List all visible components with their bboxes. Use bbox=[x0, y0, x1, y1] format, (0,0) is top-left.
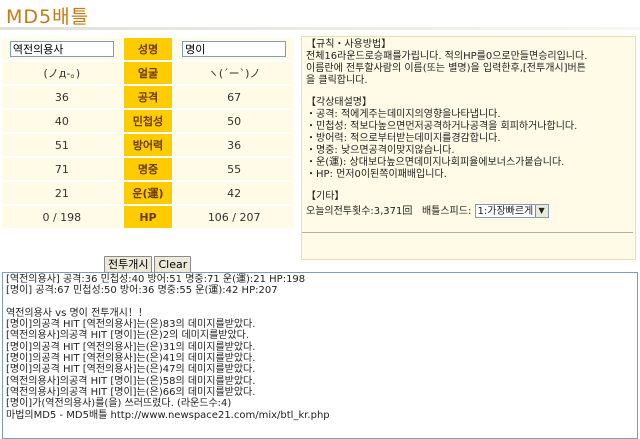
right-name-input[interactable] bbox=[182, 41, 287, 57]
log-line: [역전의용사]의공격 HIT [명이]는(은)2의 데미지를받았다. bbox=[6, 330, 250, 342]
left-hp: 0 / 198 bbox=[2, 206, 122, 228]
status-line: ・공격: 적에게주는데미지의영향을나타냅니다. bbox=[306, 109, 501, 120]
speed-row: 오늘의전투횟수:3,371回 배틀스피드: 1:가장빠르게 ▼ bbox=[306, 204, 631, 218]
chevron-down-icon: ▼ bbox=[534, 205, 548, 217]
left-attack: 36 bbox=[2, 86, 122, 108]
stat-label-attack: 공격 bbox=[123, 86, 173, 108]
log-line: [명이]의공격 HIT [역전의용사]는(은)47의 데미지를받았다. bbox=[6, 364, 256, 376]
left-agility: 40 bbox=[2, 110, 122, 132]
rules-panel: 【규칙・사용방법】 전체16라운드로승패를가립니다. 적의HP를0으로만들면승리… bbox=[301, 36, 636, 260]
status-line: ・방어력: 적으로부터받는데미지를경감합니다. bbox=[306, 133, 501, 144]
right-face: ヽ(´ー`)ノ bbox=[174, 62, 294, 84]
status-section-title: 【각상태설명】 bbox=[306, 97, 372, 108]
battle-count: 오늘의전투횟수:3,371回 bbox=[306, 206, 413, 217]
right-accuracy: 55 bbox=[174, 158, 294, 180]
stat-label-accuracy: 명중 bbox=[123, 158, 173, 180]
right-attack: 67 bbox=[174, 86, 294, 108]
right-defense: 36 bbox=[174, 134, 294, 156]
log-line: [명이]가(역전의용사)를(을) 쓰러뜨렸다. (라운드수:4) bbox=[6, 398, 232, 410]
stat-row-hp: 0 / 198 HP 106 / 207 bbox=[2, 206, 294, 228]
log-line: [역전의용사] 공격:36 민첩성:40 방어:51 명중:71 운(運):21… bbox=[6, 274, 306, 285]
right-agility: 50 bbox=[174, 110, 294, 132]
log-line: [역전의용사]의공격 HIT [명이]는(은)66의 데미지를받았다. bbox=[6, 386, 256, 398]
left-face: (ノд-｡) bbox=[2, 62, 122, 84]
log-line: [명이] 공격:67 민첩성:50 방어:36 명중:55 운(運):42 HP… bbox=[6, 285, 278, 297]
speed-select-value: 1:가장빠르게 bbox=[477, 206, 534, 217]
stat-label-name: 성명 bbox=[123, 38, 173, 60]
stat-row-defense: 51 방어력 36 bbox=[2, 134, 294, 156]
status-line: ・운(運): 상대보다높으면데미지나회피율에보너스가붙습니다. bbox=[306, 157, 565, 168]
left-accuracy: 71 bbox=[2, 158, 122, 180]
left-name-input[interactable] bbox=[9, 41, 114, 57]
stat-row-attack: 36 공격 67 bbox=[2, 86, 294, 108]
stat-row-luck: 21 운(運) 42 bbox=[2, 182, 294, 204]
battle-log[interactable]: [역전의용사] 공격:36 민첩성:40 방어:51 명중:71 운(運):21… bbox=[2, 272, 638, 439]
rules-line: 을 클릭합니다. bbox=[306, 75, 368, 86]
title-bar: MD5배틀 bbox=[0, 0, 640, 32]
status-line: ・민첩성: 적보다높으면먼저공격하거나공격을 회피하거나합니다. bbox=[306, 121, 578, 132]
right-luck: 42 bbox=[174, 182, 294, 204]
status-line: ・HP: 먼저0이된쪽이패배입니다. bbox=[306, 169, 447, 180]
right-hp: 106 / 207 bbox=[174, 206, 294, 228]
stat-row-name: 성명 bbox=[2, 38, 294, 60]
stat-label-agility: 민첩성 bbox=[123, 110, 173, 132]
page-title: MD5배틀 bbox=[6, 6, 90, 28]
title-divider bbox=[0, 27, 640, 30]
stat-label-luck: 운(運) bbox=[123, 182, 173, 204]
stat-row-agility: 40 민첩성 50 bbox=[2, 110, 294, 132]
rules-line: 이름란에 전투할사람의 이름(또는 별명)을 입력한후,[전투개시]버튼 bbox=[306, 63, 586, 74]
rules-underline bbox=[302, 232, 633, 233]
stats-table: 성명 (ノд-｡) 얼굴 ヽ(´ー`)ノ 36 공격 67 40 민첩성 50 … bbox=[0, 36, 296, 230]
speed-select[interactable]: 1:가장빠르게 ▼ bbox=[474, 204, 549, 218]
log-line: 마법의MD5 - MD5배틀 http://www.newspace21.com… bbox=[6, 409, 330, 421]
other-section-title: 【기타】 bbox=[306, 191, 345, 202]
left-luck: 21 bbox=[2, 182, 122, 204]
log-line: 역전의용사 vs 명이 전투개시！！ bbox=[6, 307, 148, 319]
log-line: [명이]의공격 HIT [역전의용사]는(은)83의 데미지를받았다. bbox=[6, 319, 256, 331]
stat-label-face: 얼굴 bbox=[123, 62, 173, 84]
stat-row-accuracy: 71 명중 55 bbox=[2, 158, 294, 180]
status-line: ・명중: 낮으면공격이맞지않습니다. bbox=[306, 145, 455, 156]
stat-label-defense: 방어력 bbox=[123, 134, 173, 156]
left-defense: 51 bbox=[2, 134, 122, 156]
log-line: [역전의용사]의공격 HIT [명이]는(은)58의 데미지를받았다. bbox=[6, 375, 256, 387]
log-line: [명이]의공격 HIT [역전의용사]는(은)41의 데미지를받았다. bbox=[6, 353, 256, 365]
speed-label: 배틀스피드: bbox=[421, 206, 472, 217]
stat-label-hp: HP bbox=[123, 206, 173, 228]
rules-line: 전체16라운드로승패를가립니다. 적의HP를0으로만들면승리입니다. bbox=[306, 51, 588, 62]
rules-section-title: 【규칙・사용방법】 bbox=[306, 39, 392, 50]
log-line: [명이]의공격 HIT [역전의용사]는(은)31의 데미지를받았다. bbox=[6, 341, 256, 353]
stat-row-face: (ノд-｡) 얼굴 ヽ(´ー`)ノ bbox=[2, 62, 294, 84]
